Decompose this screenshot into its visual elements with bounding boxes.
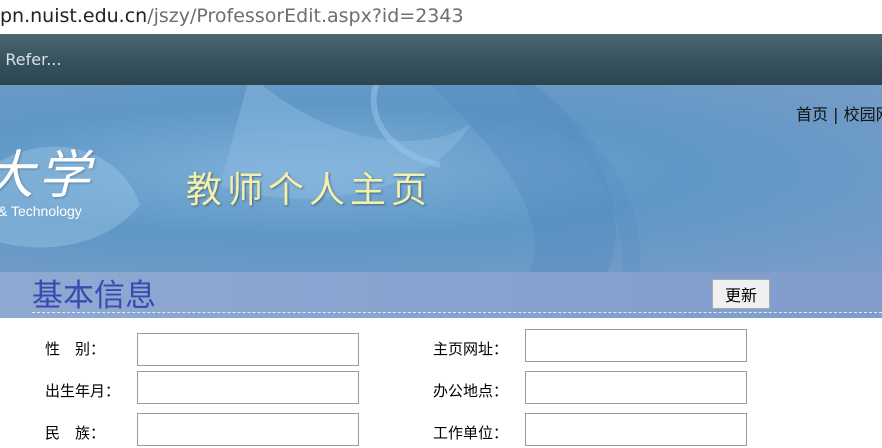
ethnicity-label: 民 族： [45, 424, 106, 442]
university-logo-subtitle: & Technology [0, 203, 82, 219]
bookmarks-bar: t Refer... [0, 34, 882, 85]
basic-info-header: 基本信息 更新 [0, 272, 882, 318]
section-title: 基本信息 [32, 278, 156, 314]
gender-field[interactable] [137, 333, 359, 366]
update-button[interactable]: 更新 [712, 279, 770, 309]
banner-decoration [0, 85, 641, 275]
gender-label: 性 别： [45, 340, 106, 358]
url-host: pn.nuist.edu.cn [0, 5, 148, 27]
banner-title: 教师个人主页 [186, 170, 433, 211]
section-divider [32, 312, 882, 313]
birth-date-label: 出生年月： [45, 382, 121, 400]
url-path: /jszy/ProfessorEdit.aspx?id=2343 [147, 5, 464, 27]
birth-date-field[interactable] [137, 371, 359, 404]
bookmark-item[interactable]: t Refer... [0, 34, 61, 85]
site-banner: 大学 & Technology 教师个人主页 首页 | 校园网 [0, 85, 882, 275]
campus-link[interactable]: 校园网 [844, 105, 882, 124]
work-unit-label: 工作单位： [433, 424, 509, 442]
work-unit-field[interactable] [525, 413, 747, 446]
office-location-field[interactable] [525, 371, 747, 404]
homepage-url-field[interactable] [525, 329, 747, 362]
ethnicity-field[interactable] [137, 413, 359, 446]
top-links: 首页 | 校园网 [796, 101, 882, 125]
home-link[interactable]: 首页 [796, 105, 828, 124]
address-bar[interactable]: pn.nuist.edu.cn/jszy/ProfessorEdit.aspx?… [0, 0, 882, 34]
link-separator: | [828, 105, 844, 124]
university-logo: 大学 [0, 146, 95, 206]
office-location-label: 办公地点： [433, 382, 509, 400]
homepage-url-label: 主页网址： [433, 340, 509, 358]
